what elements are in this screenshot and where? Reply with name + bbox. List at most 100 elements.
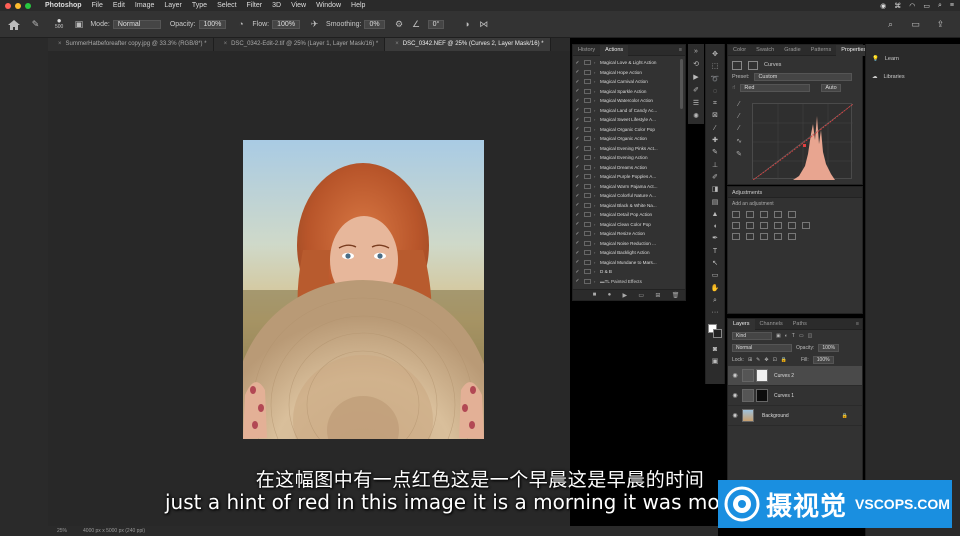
flow-value[interactable]: 100% bbox=[272, 19, 301, 29]
toggle-checkmark-icon[interactable]: ✓ bbox=[573, 69, 582, 75]
exposure-icon[interactable] bbox=[774, 211, 782, 218]
dialog-toggle-icon[interactable] bbox=[584, 164, 591, 170]
dodge-tool-icon[interactable]: ◖ bbox=[713, 222, 717, 231]
eyedropper-tool-icon[interactable]: ⁄ bbox=[714, 124, 715, 133]
menu-file[interactable]: File bbox=[92, 2, 103, 9]
smoothing-settings-icon[interactable]: ⚙ bbox=[394, 19, 405, 30]
tab-gradients[interactable]: Gradie bbox=[779, 45, 806, 56]
tab-history[interactable]: History bbox=[573, 45, 600, 56]
toggle-checkmark-icon[interactable]: ✓ bbox=[573, 240, 582, 246]
airbrush-icon[interactable]: ✈ bbox=[309, 19, 320, 30]
toggle-checkmark-icon[interactable]: ✓ bbox=[573, 269, 582, 275]
action-row[interactable]: ✓ › Magical Warm Pajama Act... bbox=[573, 182, 683, 192]
path-select-tool-icon[interactable]: ↖ bbox=[712, 259, 718, 268]
layer-name[interactable]: Curves 2 bbox=[774, 373, 862, 379]
toggle-checkmark-icon[interactable]: ✓ bbox=[573, 126, 582, 132]
curves-icon[interactable] bbox=[760, 211, 768, 218]
document-image[interactable] bbox=[243, 140, 484, 439]
home-icon[interactable] bbox=[8, 20, 20, 30]
frame-tool-icon[interactable]: ⊠ bbox=[712, 111, 718, 120]
curve-graph[interactable] bbox=[752, 103, 854, 181]
minimize-window-button[interactable] bbox=[15, 2, 21, 9]
libraries-button[interactable]: ☁ Libraries bbox=[866, 68, 960, 86]
action-row[interactable]: ✓ › Magical Black & White Na... bbox=[573, 201, 683, 211]
blend-mode-select[interactable]: Normal bbox=[732, 344, 792, 352]
visibility-eye-icon[interactable]: ◉ bbox=[728, 392, 742, 399]
vibrance-icon[interactable] bbox=[788, 211, 796, 218]
panel-menu-icon[interactable]: ≡ bbox=[856, 321, 859, 327]
mode-control[interactable]: Mode: Normal bbox=[90, 19, 161, 29]
layer-filter-select[interactable]: Kind bbox=[732, 332, 772, 340]
toggle-checkmark-icon[interactable]: ✓ bbox=[573, 155, 582, 161]
status-icon-2[interactable]: ⌘ bbox=[894, 2, 901, 10]
dialog-toggle-icon[interactable] bbox=[584, 126, 591, 132]
dialog-toggle-icon[interactable] bbox=[584, 174, 591, 180]
filter-pixel-icon[interactable]: ▣ bbox=[776, 333, 781, 339]
share-icon[interactable]: ⇪ bbox=[935, 19, 946, 30]
pressure-opacity-icon[interactable]: ◔ bbox=[235, 19, 246, 30]
posterize-icon[interactable] bbox=[746, 233, 754, 240]
layer-row-curves-1[interactable]: ◉ Curves 1 bbox=[728, 386, 862, 406]
action-row[interactable]: ✓ › Magical Love & Light Action bbox=[573, 58, 683, 68]
dialog-toggle-icon[interactable] bbox=[584, 136, 591, 142]
toggle-checkmark-icon[interactable]: ✓ bbox=[573, 250, 582, 256]
workspace-icon[interactable]: ▭ bbox=[910, 19, 921, 30]
toggle-checkmark-icon[interactable]: ✓ bbox=[573, 60, 582, 66]
brush-settings-icon[interactable]: ▣ bbox=[73, 19, 84, 30]
brush-panel-icon[interactable]: ✐ bbox=[693, 86, 699, 95]
action-row[interactable]: ✓ › Magical Noise Reduction ... bbox=[573, 239, 683, 249]
eraser-tool-icon[interactable]: ◨ bbox=[712, 185, 719, 194]
document-tab[interactable]: × DSC_0342-Edit-2.tif @ 25% (Layer 1, Lay… bbox=[213, 38, 386, 51]
action-row[interactable]: ✓ › Magical Backlight Action bbox=[573, 248, 683, 258]
panel-menu-icon[interactable]: ≡ bbox=[679, 47, 682, 53]
search-icon[interactable]: ⌕ bbox=[938, 2, 942, 10]
delete-icon[interactable]: 🗑 bbox=[672, 292, 680, 299]
action-row[interactable]: ✓ › Magical Mundane to Mars... bbox=[573, 258, 683, 268]
lock-paint-icon[interactable]: ✎ bbox=[756, 357, 760, 363]
action-row[interactable]: ✓ › Magical Clean Color Pop bbox=[573, 220, 683, 230]
menu-layer[interactable]: Layer bbox=[164, 2, 182, 9]
status-icon-1[interactable]: ◉ bbox=[880, 2, 886, 10]
curve-control-point[interactable] bbox=[803, 144, 806, 147]
layer-opacity-input[interactable]: 100% bbox=[818, 344, 840, 352]
channel-select[interactable]: Red bbox=[740, 83, 811, 92]
toggle-checkmark-icon[interactable]: ✓ bbox=[573, 278, 582, 284]
smoothing-value[interactable]: 0% bbox=[364, 19, 385, 29]
zoom-level[interactable]: 25% bbox=[57, 528, 67, 534]
new-set-icon[interactable]: ▭ bbox=[638, 292, 644, 299]
dialog-toggle-icon[interactable] bbox=[584, 240, 591, 246]
toggle-checkmark-icon[interactable]: ✓ bbox=[573, 231, 582, 237]
tab-channels[interactable]: Channels bbox=[755, 319, 788, 330]
black-white-icon[interactable] bbox=[760, 222, 768, 229]
action-row[interactable]: ✓ › Magical Evening Action bbox=[573, 153, 683, 163]
dialog-toggle-icon[interactable] bbox=[584, 98, 591, 104]
toggle-checkmark-icon[interactable]: ✓ bbox=[573, 88, 582, 94]
tab-color[interactable]: Color bbox=[728, 45, 751, 56]
dialog-toggle-icon[interactable] bbox=[584, 107, 591, 113]
hand-tool-icon[interactable]: ✋ bbox=[711, 284, 720, 293]
toggle-checkmark-icon[interactable]: ✓ bbox=[573, 183, 582, 189]
sun-icon[interactable]: ✺ bbox=[693, 112, 699, 121]
healing-tool-icon[interactable]: ✚ bbox=[712, 136, 718, 145]
hue-saturation-icon[interactable] bbox=[732, 222, 740, 229]
action-row[interactable]: ✓ › Magical Organic Color Pop bbox=[573, 125, 683, 135]
action-row[interactable]: ✓ › Magical Resize Action bbox=[573, 229, 683, 239]
filter-smart-icon[interactable]: ◫ bbox=[808, 333, 813, 339]
action-row[interactable]: ✓ › Magical Dreams Action bbox=[573, 163, 683, 173]
action-row[interactable]: ✓ › D & B bbox=[573, 267, 683, 277]
close-icon[interactable]: × bbox=[58, 41, 62, 47]
lock-artboard-icon[interactable]: ⊡ bbox=[773, 357, 777, 363]
layer-mask-thumbnail[interactable] bbox=[756, 389, 768, 402]
action-row[interactable]: ✓ › Magical Hope Action bbox=[573, 68, 683, 78]
mode-select[interactable]: Normal bbox=[112, 19, 161, 29]
tab-paths[interactable]: Paths bbox=[788, 319, 812, 330]
close-icon[interactable]: × bbox=[395, 41, 399, 47]
action-row[interactable]: ✓ › Magical Purple Popples A... bbox=[573, 172, 683, 182]
dialog-toggle-icon[interactable] bbox=[584, 231, 591, 237]
dialog-toggle-icon[interactable] bbox=[584, 269, 591, 275]
toggle-checkmark-icon[interactable]: ✓ bbox=[573, 259, 582, 265]
history-icon[interactable]: ⟲ bbox=[693, 60, 699, 69]
dialog-toggle-icon[interactable] bbox=[584, 212, 591, 218]
play-icon[interactable]: ▶ bbox=[622, 292, 627, 299]
layer-name[interactable]: Curves 1 bbox=[774, 393, 862, 399]
